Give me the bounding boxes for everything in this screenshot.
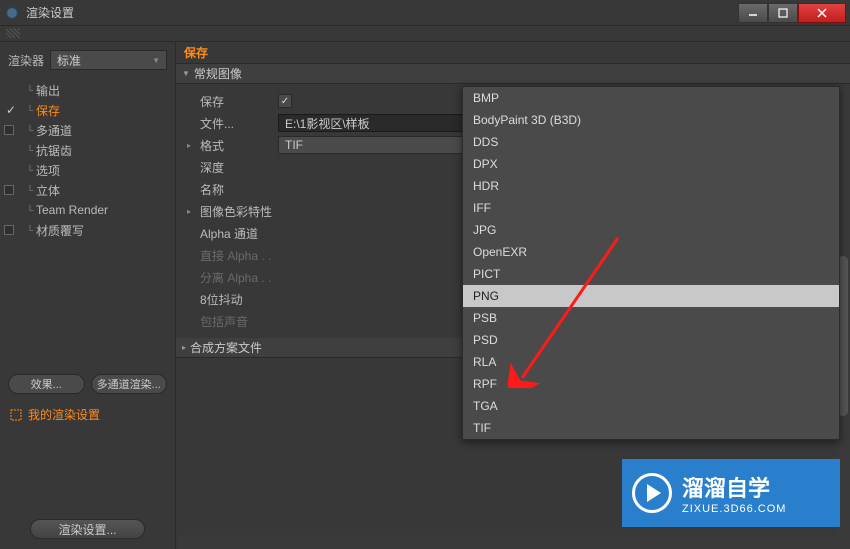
tree-item-output[interactable]: └输出 bbox=[0, 80, 175, 100]
watermark: 溜溜自学 ZIXUE.3D66.COM bbox=[622, 459, 840, 527]
render-settings-button[interactable]: 渲染设置... bbox=[30, 519, 145, 539]
horizontal-scrollbar[interactable] bbox=[178, 535, 850, 549]
left-panel: 渲染器 标准 ▼ └输出 ✓└保存 └多通道 └抗锯齿 └选项 └立体 └Tea… bbox=[0, 42, 176, 549]
close-button[interactable] bbox=[798, 3, 846, 23]
format-option-bmp[interactable]: BMP bbox=[463, 87, 839, 109]
multipass-render-button[interactable]: 多通道渲染... bbox=[91, 374, 168, 394]
maximize-button[interactable] bbox=[768, 3, 798, 23]
chevron-down-icon: ▼ bbox=[152, 56, 160, 65]
format-option-tga[interactable]: TGA bbox=[463, 395, 839, 417]
separate-alpha-label: 分离 Alpha . . bbox=[200, 269, 272, 286]
tree-item-antialias[interactable]: └抗锯齿 bbox=[0, 140, 175, 160]
format-option-png[interactable]: PNG bbox=[463, 285, 839, 307]
file-label: 文件... bbox=[200, 115, 272, 132]
tab-save[interactable]: 保存 bbox=[176, 42, 850, 64]
format-option-tif[interactable]: TIF bbox=[463, 417, 839, 439]
tree-item-teamrender[interactable]: └Team Render bbox=[0, 200, 175, 220]
tree-item-multipass[interactable]: └多通道 bbox=[0, 120, 175, 140]
include-sound-label: 包括声音 bbox=[200, 313, 272, 330]
settings-tree: └输出 ✓└保存 └多通道 └抗锯齿 └选项 └立体 └Team Render … bbox=[0, 80, 175, 368]
titlebar: 渲染设置 bbox=[0, 0, 850, 26]
play-icon bbox=[632, 473, 672, 513]
format-dropdown: BMPBodyPaint 3D (B3D)DDSDPXHDRIFFJPGOpen… bbox=[462, 86, 840, 440]
window-title: 渲染设置 bbox=[26, 4, 738, 21]
app-icon bbox=[4, 5, 20, 21]
grip-bar[interactable] bbox=[0, 26, 850, 42]
format-option-dds[interactable]: DDS bbox=[463, 131, 839, 153]
format-option-iff[interactable]: IFF bbox=[463, 197, 839, 219]
save-checkbox[interactable]: ✓ bbox=[278, 94, 292, 108]
save-checkbox-label: 保存 bbox=[200, 93, 272, 110]
tree-item-options[interactable]: └选项 bbox=[0, 160, 175, 180]
format-option-bodypaint3db3d[interactable]: BodyPaint 3D (B3D) bbox=[463, 109, 839, 131]
frame-icon bbox=[10, 409, 22, 421]
format-label: 格式 bbox=[200, 137, 272, 154]
format-option-psb[interactable]: PSB bbox=[463, 307, 839, 329]
tree-item-save[interactable]: ✓└保存 bbox=[0, 100, 175, 120]
effect-button[interactable]: 效果... bbox=[8, 374, 85, 394]
format-option-jpg[interactable]: JPG bbox=[463, 219, 839, 241]
triangle-right-icon: ▸ bbox=[182, 343, 186, 352]
format-option-rla[interactable]: RLA bbox=[463, 351, 839, 373]
format-option-openexr[interactable]: OpenEXR bbox=[463, 241, 839, 263]
colorprofile-label: 图像色彩特性 bbox=[200, 203, 272, 220]
my-render-settings[interactable]: 我的渲染设置 bbox=[0, 400, 175, 429]
section-regular-image[interactable]: ▼ 常规图像 bbox=[176, 64, 850, 84]
depth-label: 深度 bbox=[200, 159, 272, 176]
expand-icon[interactable]: ▸ bbox=[184, 141, 194, 150]
format-option-hdr[interactable]: HDR bbox=[463, 175, 839, 197]
straight-alpha-label: 直接 Alpha . . bbox=[200, 247, 272, 264]
dither-label: 8位抖动 bbox=[200, 291, 272, 308]
format-option-psd[interactable]: PSD bbox=[463, 329, 839, 351]
tree-item-stereo[interactable]: └立体 bbox=[0, 180, 175, 200]
renderer-select[interactable]: 标准 ▼ bbox=[50, 50, 167, 70]
renderer-label: 渲染器 bbox=[8, 52, 44, 69]
format-option-rpf[interactable]: RPF bbox=[463, 373, 839, 395]
alpha-label: Alpha 通道 bbox=[200, 225, 272, 242]
triangle-down-icon: ▼ bbox=[182, 69, 190, 78]
tree-item-material-override[interactable]: └材质覆写 bbox=[0, 220, 175, 240]
format-option-pict[interactable]: PICT bbox=[463, 263, 839, 285]
format-option-dpx[interactable]: DPX bbox=[463, 153, 839, 175]
minimize-button[interactable] bbox=[738, 3, 768, 23]
name-label: 名称 bbox=[200, 181, 272, 198]
